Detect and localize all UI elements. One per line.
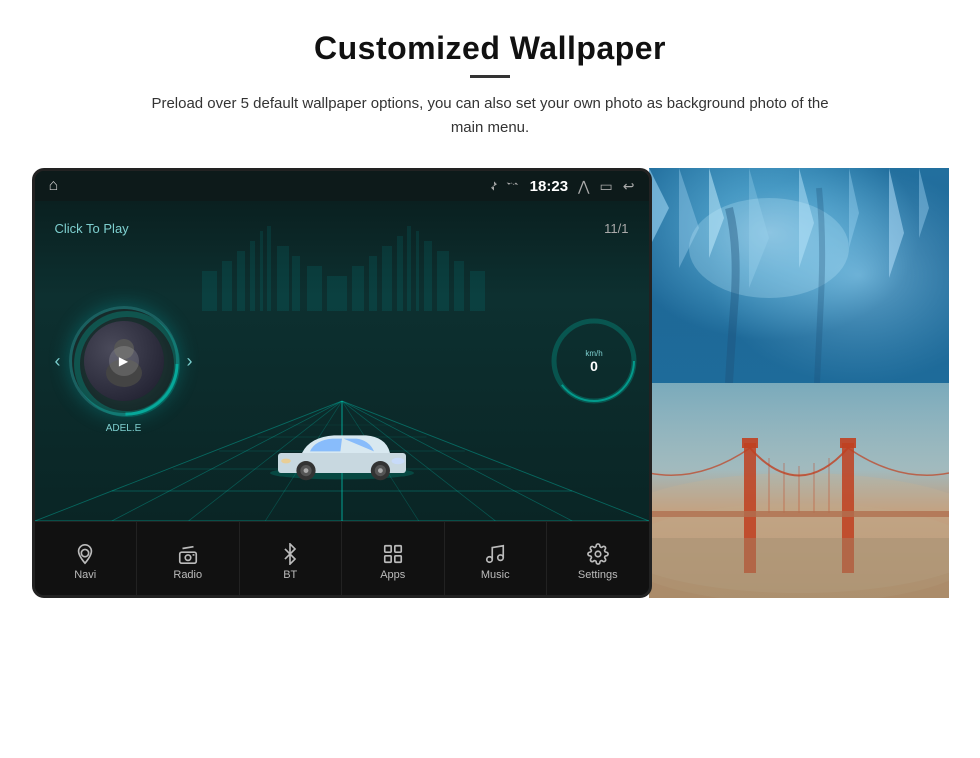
status-left: ⌂: [49, 177, 59, 195]
thumbnail-bridge[interactable]: [649, 383, 949, 598]
status-right: 18:23 ⋀ ▭ ↩: [487, 178, 635, 195]
nav-item-radio[interactable]: Radio: [137, 522, 240, 598]
title-divider: [470, 75, 510, 78]
click-to-play-text: Click To Play: [55, 221, 129, 236]
ice-details: [649, 168, 949, 383]
back-icon: ↩: [623, 178, 635, 195]
subtitle: Preload over 5 default wallpaper options…: [140, 92, 840, 140]
signal-icon: [506, 179, 520, 193]
car-screen: ⌂ 18:23 ⋀ ▭ ↩: [32, 168, 652, 598]
navi-label: Navi: [74, 569, 96, 581]
music-icon: [484, 543, 506, 565]
main-display: Click To Play 11/1 ‹: [35, 201, 649, 521]
apps-label: Apps: [380, 569, 405, 581]
bridge-details: [649, 383, 949, 598]
status-icons: [487, 179, 520, 193]
bt-label: BT: [283, 569, 297, 581]
radio-icon: [177, 543, 199, 565]
next-arrow[interactable]: ›: [187, 351, 193, 372]
settings-label: Settings: [578, 569, 618, 581]
speedometer: km/h 0: [549, 316, 639, 406]
apps-icon: [382, 543, 404, 565]
nav-item-apps[interactable]: Apps: [342, 522, 445, 598]
home-icon: ⌂: [49, 177, 59, 194]
artist-name: ADEL.E: [106, 423, 142, 434]
nav-bar: Navi Radio BT: [35, 521, 649, 598]
center-bg: Click To Play 11/1 ‹: [35, 201, 649, 521]
wallpaper-thumbnails: [649, 168, 949, 598]
content-area: ⌂ 18:23 ⋀ ▭ ↩: [40, 168, 940, 598]
ice-svg: [649, 168, 949, 383]
bluetooth-status-icon: [487, 179, 501, 193]
nav-item-music[interactable]: Music: [445, 522, 548, 598]
date-indicator: 11/1: [604, 221, 628, 236]
expand-icon: ⋀: [578, 178, 589, 195]
svg-text:km/h: km/h: [585, 349, 602, 358]
page-container: Customized Wallpaper Preload over 5 defa…: [0, 0, 980, 758]
window-icon: ▭: [600, 178, 613, 195]
svg-text:0: 0: [590, 358, 598, 374]
play-button[interactable]: ▶: [109, 346, 139, 376]
nav-item-settings[interactable]: Settings: [547, 522, 649, 598]
bt-icon: [279, 543, 301, 565]
clock: 18:23: [530, 178, 568, 195]
title-section: Customized Wallpaper Preload over 5 defa…: [140, 30, 840, 140]
car-image: [262, 421, 422, 491]
nav-item-navi[interactable]: Navi: [35, 522, 138, 598]
navi-icon: [74, 543, 96, 565]
nav-item-bt[interactable]: BT: [240, 522, 343, 598]
city-silhouette: [192, 211, 492, 311]
page-title: Customized Wallpaper: [140, 30, 840, 67]
status-bar: ⌂ 18:23 ⋀ ▭ ↩: [35, 171, 649, 201]
radio-label: Radio: [173, 569, 202, 581]
bridge-svg: [649, 383, 949, 598]
thumbnail-ice[interactable]: [649, 168, 949, 383]
album-art: ▶: [84, 321, 164, 401]
music-player: ‹: [55, 306, 193, 416]
car-svg: [262, 421, 422, 485]
music-circle: ▶: [69, 306, 179, 416]
prev-arrow[interactable]: ‹: [55, 351, 61, 372]
music-label: Music: [481, 569, 510, 581]
settings-icon: [587, 543, 609, 565]
